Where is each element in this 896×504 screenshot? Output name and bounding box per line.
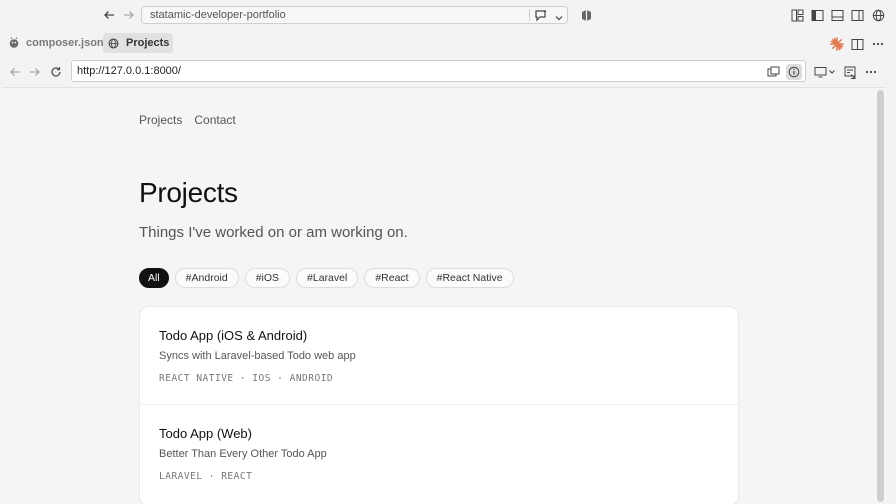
nav-link-contact[interactable]: Contact [194, 113, 235, 127]
command-center-label: statamic-developer-portfolio [150, 9, 286, 21]
globe-icon[interactable] [870, 7, 886, 23]
project-list: Todo App (iOS & Android) Syncs with Lara… [139, 306, 739, 504]
nav-link-projects[interactable]: Projects [139, 113, 182, 127]
filter-laravel[interactable]: #Laravel [296, 268, 359, 288]
php-file-icon [7, 37, 20, 50]
more-actions-icon[interactable] [863, 64, 879, 80]
tag-filters: All #Android #iOS #Laravel #React #React… [139, 268, 514, 288]
site-nav: Projects Contact [139, 113, 236, 127]
back-arrow-icon[interactable] [7, 64, 23, 80]
more-actions-icon[interactable] [870, 36, 886, 52]
browser-toolbar: http://127.0.0.1:8000/ [0, 58, 896, 86]
command-center-search[interactable]: statamic-developer-portfolio [141, 6, 568, 24]
editor-tab-bar: composer.json Projects [0, 30, 896, 58]
toggle-panel-icon[interactable] [829, 7, 845, 23]
chevron-down-icon[interactable] [554, 10, 564, 28]
url-input[interactable]: http://127.0.0.1:8000/ [77, 65, 181, 77]
page-subtitle: Things I've worked on or am working on. [139, 224, 408, 241]
tab-label: composer.json [26, 37, 104, 49]
divider [529, 9, 530, 21]
filter-ios[interactable]: #iOS [244, 268, 291, 288]
toggle-secondary-sidebar-icon[interactable] [849, 7, 865, 23]
forward-arrow-icon[interactable] [121, 7, 137, 23]
claude-icon[interactable] [829, 36, 845, 52]
tab-projects[interactable]: Projects [103, 33, 174, 53]
cast-dropdown-icon[interactable] [813, 64, 837, 80]
tab-composer-json[interactable]: composer.json [3, 33, 108, 53]
scrollbar-thumb[interactable] [877, 90, 884, 502]
vertical-scrollbar[interactable] [877, 90, 884, 504]
reload-icon[interactable] [48, 64, 64, 80]
page-title: Projects [139, 177, 238, 208]
back-arrow-icon[interactable] [101, 7, 117, 23]
customize-layout-icon[interactable] [789, 7, 805, 23]
project-tags: LARAVEL · REACT [159, 471, 253, 482]
project-card[interactable]: Todo App (Web) Better Than Every Other T… [140, 404, 738, 502]
screenshot-icon[interactable] [765, 64, 781, 80]
globe-icon [107, 37, 120, 50]
project-title[interactable]: Todo App (iOS & Android) [159, 328, 307, 343]
url-bar[interactable]: http://127.0.0.1:8000/ [71, 60, 806, 82]
filter-android[interactable]: #Android [174, 268, 239, 288]
browser-viewport: Projects Contact Projects Things I've wo… [2, 87, 886, 504]
project-tags: REACT NATIVE · IOS · ANDROID [159, 373, 334, 384]
project-description: Syncs with Laravel-based Todo web app [159, 350, 356, 362]
project-description: Better Than Every Other Todo App [159, 448, 327, 460]
split-editor-icon[interactable] [849, 36, 865, 52]
project-title[interactable]: Todo App (Web) [159, 426, 252, 441]
chat-icon[interactable] [534, 9, 548, 27]
devtools-icon[interactable] [842, 64, 858, 80]
filter-react[interactable]: #React [364, 268, 420, 288]
info-icon[interactable] [786, 64, 802, 80]
filter-all[interactable]: All [139, 268, 169, 288]
forward-arrow-icon[interactable] [27, 64, 43, 80]
filter-react-native[interactable]: #React Native [425, 268, 514, 288]
tab-label: Projects [126, 37, 170, 49]
toggle-primary-sidebar-icon[interactable] [809, 7, 825, 23]
project-card[interactable]: Todo App (iOS & Android) Syncs with Lara… [140, 307, 738, 405]
title-bar: statamic-developer-portfolio [0, 0, 896, 30]
copilot-icon[interactable] [578, 7, 594, 23]
